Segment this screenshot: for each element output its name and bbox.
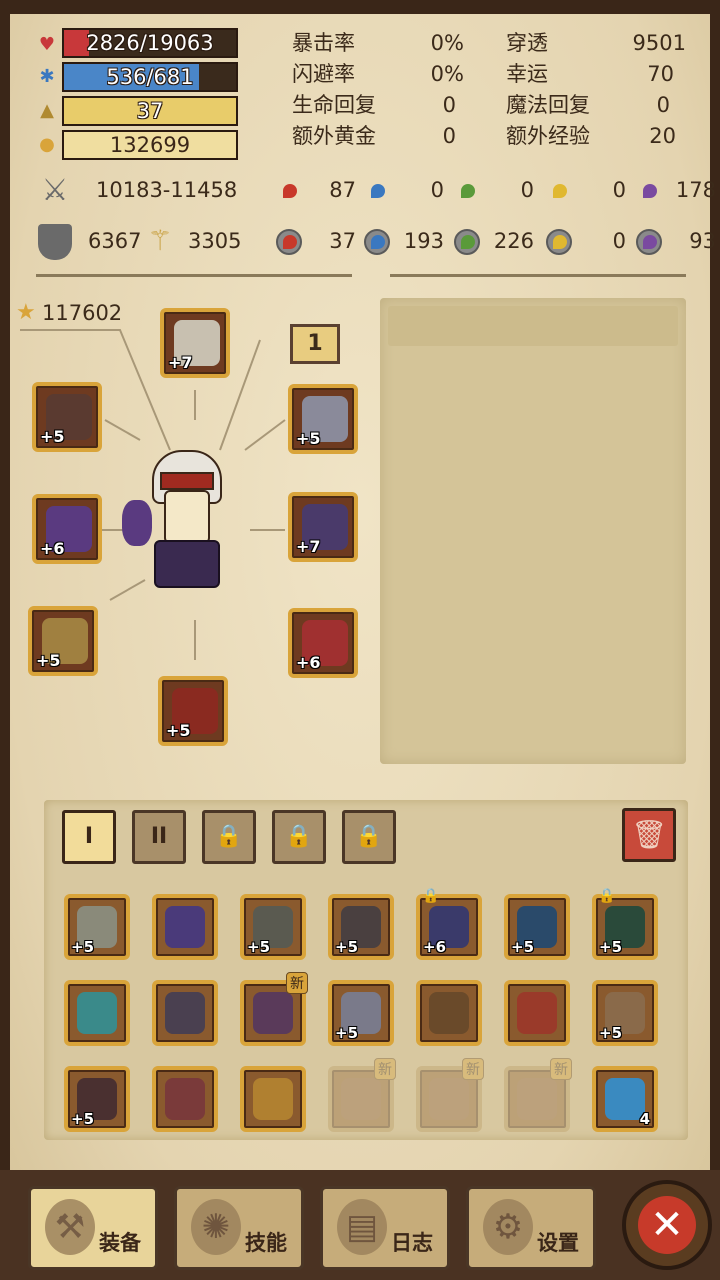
lock-icon: 🔒 bbox=[598, 888, 616, 904]
inventory-item[interactable] bbox=[152, 894, 218, 960]
inventory-item[interactable]: +5 bbox=[504, 894, 570, 960]
lock-icon: 🔒 bbox=[285, 824, 313, 849]
equip-slot-boots[interactable]: +5 bbox=[158, 676, 228, 746]
lock-icon: 🔒 bbox=[215, 824, 243, 849]
item-icon bbox=[429, 992, 469, 1034]
equip-slot-pants[interactable]: +6 bbox=[288, 608, 358, 678]
new-badge: 新 bbox=[550, 1058, 572, 1080]
equip-slot-amulet[interactable]: +5 bbox=[288, 384, 358, 454]
item-icon bbox=[341, 1078, 381, 1120]
item-icon bbox=[165, 992, 205, 1034]
enhance-level: +5 bbox=[296, 429, 321, 448]
inventory-item[interactable]: 新 bbox=[328, 1058, 396, 1132]
new-badge: 新 bbox=[462, 1058, 484, 1080]
inventory-item[interactable]: 新 bbox=[416, 1058, 484, 1132]
inventory-item[interactable] bbox=[152, 1066, 218, 1132]
inventory-item[interactable] bbox=[504, 980, 570, 1046]
inventory-item[interactable]: 新 bbox=[504, 1058, 572, 1132]
lock-icon: 🔒 bbox=[422, 888, 440, 904]
item-icon bbox=[253, 992, 293, 1034]
trash-icon[interactable]: 🗑 bbox=[622, 808, 676, 862]
enhance-level: +5 bbox=[40, 427, 65, 446]
inventory-item[interactable]: +5 bbox=[64, 1066, 130, 1132]
new-badge: 新 bbox=[286, 972, 308, 994]
enhance-level: +5 bbox=[71, 1110, 95, 1128]
enhance-level: +5 bbox=[247, 938, 271, 956]
enhance-level: +5 bbox=[335, 938, 359, 956]
skill-gear-icon: ✺ bbox=[191, 1199, 241, 1255]
nav-label: 装备 bbox=[99, 1231, 141, 1255]
nav-label: 日志 bbox=[391, 1231, 433, 1255]
item-icon bbox=[165, 906, 205, 948]
bag-tab-label: II bbox=[150, 824, 168, 849]
equip-slot-gloves[interactable]: +5 bbox=[28, 606, 98, 676]
inventory-item[interactable]: +5 bbox=[240, 894, 306, 960]
inventory-item[interactable] bbox=[64, 980, 130, 1046]
equip-slot-armor[interactable]: +7 bbox=[288, 492, 358, 562]
inventory-item[interactable]: 新 bbox=[240, 972, 308, 1046]
bag-tab-locked[interactable]: 🔒 bbox=[342, 810, 396, 864]
item-icon bbox=[165, 1078, 205, 1120]
nav-label: 技能 bbox=[245, 1231, 287, 1255]
enhance-level: +7 bbox=[168, 353, 193, 372]
item-icon bbox=[517, 992, 557, 1034]
inventory-item[interactable]: +5 🔒 bbox=[592, 888, 658, 960]
enhance-level: +5 bbox=[166, 721, 191, 740]
nav-label: 设置 bbox=[537, 1231, 579, 1255]
enhance-level: +5 bbox=[599, 1024, 623, 1042]
equip-slot-shoulder[interactable]: +5 bbox=[32, 382, 102, 452]
axe-icon: ⚒ bbox=[45, 1199, 95, 1255]
hero-character bbox=[122, 450, 240, 590]
item-icon bbox=[429, 1078, 469, 1120]
enhance-level: +5 bbox=[36, 651, 61, 670]
enhance-level: +5 bbox=[511, 938, 535, 956]
bag-tab-1[interactable]: I bbox=[62, 810, 116, 864]
enhance-level: +6 bbox=[423, 938, 447, 956]
inventory-item[interactable]: +6 🔒 bbox=[416, 888, 482, 960]
enhance-level: +5 bbox=[335, 1024, 359, 1042]
inventory-item[interactable] bbox=[416, 980, 482, 1046]
settings-gear-icon: ⚙ bbox=[483, 1199, 533, 1255]
nav-axe-button[interactable]: ⚒ 装备 bbox=[28, 1186, 158, 1270]
inventory-item[interactable] bbox=[152, 980, 218, 1046]
enhance-level: 4 bbox=[639, 1110, 650, 1128]
inventory-item[interactable]: +5 bbox=[328, 894, 394, 960]
nav-journal-button[interactable]: ▤ 日志 bbox=[320, 1186, 450, 1270]
item-icon bbox=[77, 992, 117, 1034]
enhance-level: +6 bbox=[296, 653, 321, 672]
item-detail-panel bbox=[380, 298, 686, 764]
item-detail-header bbox=[388, 306, 678, 346]
equip-slot-weapon[interactable]: +6 bbox=[32, 494, 102, 564]
bag-tab-label: I bbox=[84, 824, 94, 849]
inventory-item[interactable]: 4 bbox=[592, 1066, 658, 1132]
item-icon bbox=[517, 1078, 557, 1120]
equip-slot-helmet[interactable]: +7 bbox=[160, 308, 230, 378]
bag-tab-locked[interactable]: 🔒 bbox=[202, 810, 256, 864]
close-button[interactable]: ✕ bbox=[622, 1180, 712, 1270]
close-icon: ✕ bbox=[638, 1196, 696, 1254]
inventory-item[interactable]: +5 bbox=[592, 980, 658, 1046]
enhance-level: +5 bbox=[599, 938, 623, 956]
enhance-level: +6 bbox=[40, 539, 65, 558]
new-badge: 新 bbox=[374, 1058, 396, 1080]
inventory-item[interactable]: +5 bbox=[328, 980, 394, 1046]
item-icon bbox=[253, 1078, 293, 1120]
journal-icon: ▤ bbox=[337, 1199, 387, 1255]
enhance-level: +7 bbox=[296, 537, 321, 556]
inventory-item[interactable]: +5 bbox=[64, 894, 130, 960]
enhance-level: +5 bbox=[71, 938, 95, 956]
inventory-item[interactable] bbox=[240, 1066, 306, 1132]
bag-tab-2[interactable]: II bbox=[132, 810, 186, 864]
nav-skill-gear-button[interactable]: ✺ 技能 bbox=[174, 1186, 304, 1270]
nav-settings-gear-button[interactable]: ⚙ 设置 bbox=[466, 1186, 596, 1270]
bag-tab-locked[interactable]: 🔒 bbox=[272, 810, 326, 864]
lock-icon: 🔒 bbox=[355, 824, 383, 849]
